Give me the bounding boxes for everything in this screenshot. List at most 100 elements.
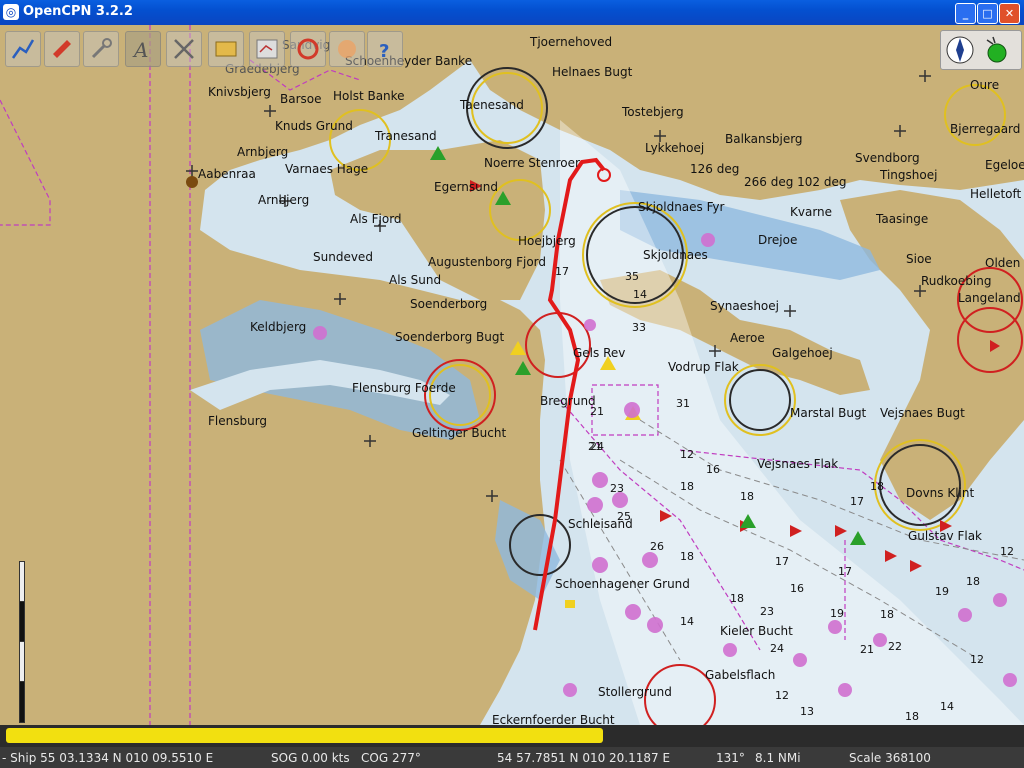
sounding: 19 (830, 607, 844, 620)
track-icon (256, 39, 278, 59)
status-bar: - Ship 55 03.1334 N 010 09.5510 E SOG 0.… (0, 747, 1024, 768)
place-label: Als Fjord (350, 212, 402, 226)
sounding: 21 (590, 405, 604, 418)
layers-button[interactable] (329, 31, 365, 67)
settings-button[interactable] (83, 31, 119, 67)
sounding: 18 (680, 550, 694, 563)
layers-icon (338, 40, 356, 58)
sounding: 12 (775, 689, 789, 702)
minimize-button[interactable]: _ (955, 3, 976, 24)
place-label: Helletoft (970, 187, 1022, 201)
sounding: 12 (1000, 545, 1014, 558)
place-label: Tingshoej (880, 168, 938, 182)
sounding: 18 (740, 490, 754, 503)
sounding: 18 (730, 592, 744, 605)
place-label: Arnbjerg (258, 193, 310, 207)
progress-fill (6, 728, 603, 743)
help-button[interactable]: ? (367, 31, 403, 67)
bearing-readout: 131° (716, 751, 745, 765)
place-label: Als Sund (389, 273, 442, 287)
svg-text:A: A (132, 38, 148, 62)
scale-readout: Scale 368100 (849, 751, 931, 765)
sounding: 17 (775, 555, 789, 568)
range-readout: 8.1 NMi (755, 751, 801, 765)
place-label: Sundeved (313, 250, 373, 264)
cursor-position-readout: 54 57.7851 N 010 20.1187 E (497, 751, 671, 765)
nautical-chart[interactable] (0, 25, 1024, 725)
text-icon: A (132, 38, 148, 62)
place-label: Olden (985, 256, 1021, 270)
sounding: 18 (680, 480, 694, 493)
sounding: 18 (905, 710, 919, 723)
place-label: Gels Rev (573, 346, 626, 360)
sounding: 22 (888, 640, 902, 653)
place-label: Knivsbjerg (208, 85, 271, 99)
app-icon: ◎ (3, 4, 19, 20)
place-label: Balkansbjerg (725, 132, 803, 146)
sounding: 35 (625, 270, 639, 283)
place-label: Augustenborg Fjord (428, 255, 547, 269)
place-label: Synaeshoej (710, 299, 779, 313)
place-label: Kieler Bucht (720, 624, 793, 638)
place-label: Soenderborg (410, 297, 488, 311)
sounding: 33 (632, 321, 646, 334)
chart-icon (215, 41, 237, 57)
mob-button[interactable] (290, 31, 326, 67)
sounding: 31 (676, 397, 690, 410)
place-label: Knuds Grund (275, 119, 353, 133)
place-label: Geltinger Bucht (412, 426, 507, 440)
mob-icon (297, 38, 319, 60)
sounding: 23 (760, 605, 774, 618)
track-button[interactable] (249, 31, 285, 67)
sounding: 18 (870, 480, 884, 493)
place-label: Egeloe (985, 158, 1024, 172)
place-label: Marstal Bugt (790, 406, 867, 420)
chart-scale-bar (19, 561, 25, 723)
place-label: Rudkoebing (921, 274, 992, 288)
sounding: 24 (590, 440, 604, 453)
place-label: Oure (970, 78, 1000, 92)
sounding: 25 (617, 510, 631, 523)
sounding: 12 (970, 653, 984, 666)
sounding: 13 (800, 705, 814, 718)
sounding: 14 (680, 615, 694, 628)
tide-button[interactable] (166, 31, 202, 67)
place-label: Tjoernehoved (530, 35, 613, 49)
sounding: 14 (633, 288, 647, 301)
sounding: 12 (680, 448, 694, 461)
place-label: Aeroe (730, 331, 765, 345)
ship-button[interactable] (44, 31, 80, 67)
place-label: Vodrup Flak (668, 360, 739, 374)
place-label: Varnaes Hage (285, 162, 369, 176)
place-label: Langeland (958, 291, 1021, 305)
place-label: Gabelsflach (705, 668, 776, 682)
place-label: Helnaes Bugt (552, 65, 633, 79)
place-label: Skjoldnaes (643, 248, 708, 262)
route-icon (11, 39, 35, 59)
text-button[interactable]: A (125, 31, 161, 67)
compass-panel[interactable] (940, 30, 1022, 70)
gps-status-icon (986, 36, 1007, 63)
chart-button[interactable] (208, 31, 244, 67)
place-label: Vejsnaes Bugt (880, 406, 965, 420)
place-label: Holst Banke (333, 89, 405, 103)
place-label: Barsoe (280, 92, 322, 106)
place-label: Lykkehoej (645, 141, 705, 155)
sounding: 14 (940, 700, 954, 713)
route-button[interactable] (5, 31, 41, 67)
window-title: OpenCPN 3.2.2 (23, 4, 133, 19)
place-label: Hoejbjerg (518, 234, 576, 248)
close-button[interactable]: ✕ (999, 3, 1020, 24)
svg-text:?: ? (379, 41, 389, 62)
place-label: Galgehoej (772, 346, 833, 360)
sounding: 26 (650, 540, 664, 553)
maximize-button[interactable]: □ (977, 3, 998, 24)
chart-canvas[interactable]: Tjoernehoved Helnaes Bugt Graedebjerg Sa… (0, 25, 1024, 725)
place-label: 266 deg 102 deg (744, 175, 847, 189)
tide-icon (174, 39, 194, 59)
place-label: Soenderborg Bugt (395, 330, 505, 344)
sounding: 19 (935, 585, 949, 598)
place-label: Tostebjerg (622, 105, 684, 119)
wrench-icon (91, 38, 112, 59)
place-label: Schoenhagener Grund (555, 577, 690, 591)
